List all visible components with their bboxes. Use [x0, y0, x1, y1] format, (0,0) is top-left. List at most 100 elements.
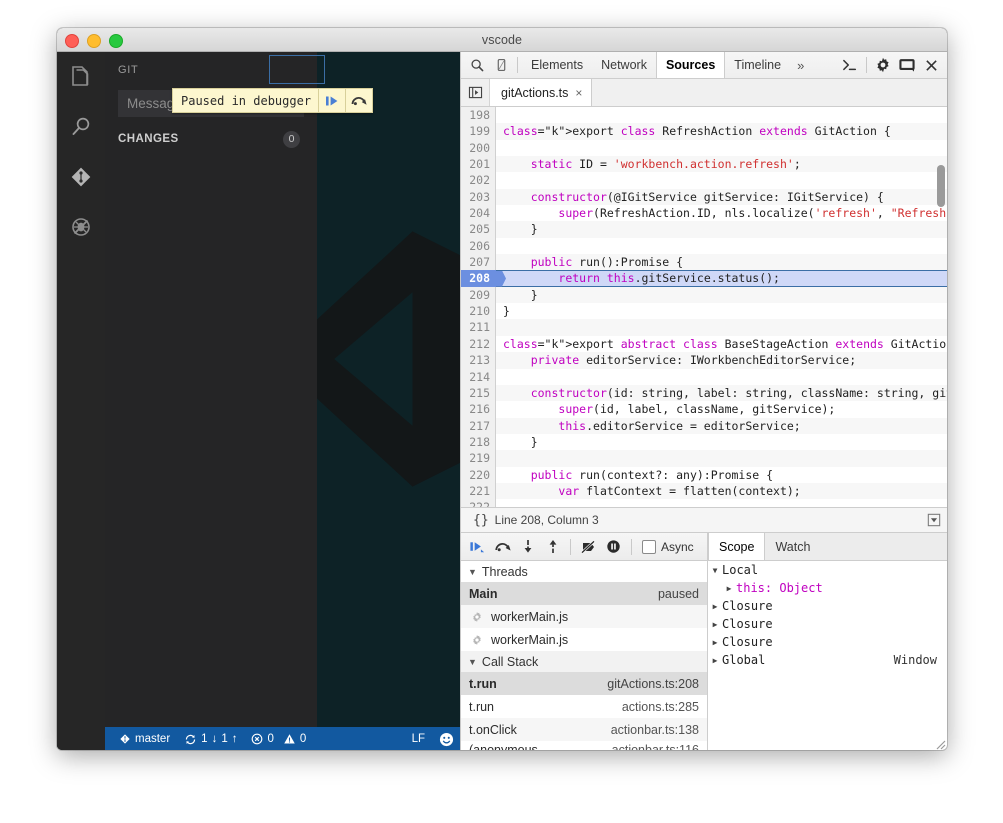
scope-row[interactable]: ▶Closure [708, 615, 947, 633]
chevron-right-icon[interactable]: ▶ [708, 656, 722, 665]
chevron-right-icon[interactable]: ▶ [722, 584, 736, 593]
console-drawer-button[interactable] [838, 53, 862, 77]
line-number[interactable]: 199 [461, 123, 496, 139]
close-window-button[interactable] [65, 34, 79, 48]
line-number[interactable]: 211 [461, 319, 496, 335]
line-number[interactable]: 204 [461, 205, 496, 221]
maximize-window-button[interactable] [109, 34, 123, 48]
source-code-viewer[interactable]: 198 199class="k">export class RefreshAct… [461, 107, 947, 507]
callstack-row[interactable]: t.run gitActions.ts:208 [461, 672, 707, 695]
line-number[interactable]: 217 [461, 418, 496, 434]
callstack-row[interactable]: (anonymous function) actionbar.ts:116 [461, 741, 707, 750]
code-line[interactable]: 199class="k">export class RefreshAction … [461, 123, 947, 139]
code-line[interactable]: 215 constructor(id: string, label: strin… [461, 385, 947, 401]
step-out-button[interactable] [541, 535, 564, 558]
deactivate-breakpoints-button[interactable] [577, 535, 600, 558]
line-number[interactable]: 198 [461, 107, 496, 123]
code-line[interactable]: 214 [461, 369, 947, 385]
code-line[interactable]: 221 var flatContext = flatten(context); [461, 483, 947, 499]
show-drawer-icon[interactable] [927, 513, 941, 527]
status-sync[interactable]: 1 ↓ 1 ↑ [177, 727, 244, 750]
code-vertical-scrollbar[interactable] [937, 165, 945, 207]
status-feedback[interactable] [432, 727, 460, 750]
chevron-right-icon[interactable]: ▶ [708, 638, 722, 647]
code-line[interactable]: 200 [461, 140, 947, 156]
chevron-down-icon[interactable]: ▼ [708, 566, 722, 575]
step-over-button[interactable] [491, 535, 514, 558]
thread-row-worker-1[interactable]: workerMain.js [461, 605, 707, 628]
line-number[interactable]: 206 [461, 238, 496, 254]
async-checkbox[interactable] [642, 540, 656, 554]
close-devtools-button[interactable] [919, 53, 943, 77]
callstack-row[interactable]: t.run actions.ts:285 [461, 695, 707, 718]
tab-sources[interactable]: Sources [656, 52, 725, 78]
device-toolbar-button[interactable] [489, 53, 513, 77]
scope-row[interactable]: ▶this: Object [708, 579, 947, 597]
dock-side-button[interactable] [895, 53, 919, 77]
tab-watch[interactable]: Watch [765, 533, 820, 560]
window-resize-grip[interactable] [932, 736, 946, 750]
activity-item-explorer[interactable] [57, 52, 105, 102]
chevron-right-icon[interactable]: ▶ [708, 602, 722, 611]
async-stacks-toggle[interactable]: Async [638, 540, 694, 554]
threads-section-header[interactable]: ▼ Threads [461, 561, 707, 582]
code-line[interactable]: 217 this.editorService = editorService; [461, 418, 947, 434]
activity-item-debug[interactable] [57, 202, 105, 252]
code-line[interactable]: 206 [461, 238, 947, 254]
more-tabs-button[interactable]: » [790, 52, 811, 78]
code-line[interactable]: 220 public run(context?: any):Promise { [461, 467, 947, 483]
line-number[interactable]: 220 [461, 467, 496, 483]
line-number[interactable]: 202 [461, 172, 496, 188]
threads-callstack-scroll[interactable]: ▼ Threads Main paused [461, 561, 707, 750]
line-number[interactable]: 203 [461, 189, 496, 205]
code-line[interactable]: 205 } [461, 221, 947, 237]
line-number[interactable]: 218 [461, 434, 496, 450]
inspect-element-button[interactable] [465, 53, 489, 77]
activity-item-git[interactable] [57, 152, 105, 202]
code-line[interactable]: 213 private editorService: IWorkbenchEdi… [461, 352, 947, 368]
scope-row[interactable]: ▶GlobalWindow [708, 651, 947, 669]
scope-row[interactable]: ▶Closure [708, 597, 947, 615]
line-number[interactable]: 221 [461, 483, 496, 499]
line-number[interactable]: 201 [461, 156, 496, 172]
show-navigator-button[interactable] [461, 79, 490, 106]
line-number[interactable]: 208 [461, 270, 496, 286]
line-number[interactable]: 219 [461, 450, 496, 466]
code-line[interactable]: 203 constructor(@IGitService gitService:… [461, 189, 947, 205]
code-line[interactable]: 208 return this.gitService.status(); [461, 270, 947, 286]
status-branch[interactable]: master [112, 727, 177, 750]
code-line[interactable]: 209 } [461, 287, 947, 303]
line-number[interactable]: 209 [461, 287, 496, 303]
line-number[interactable]: 222 [461, 499, 496, 507]
line-number[interactable]: 213 [461, 352, 496, 368]
scope-row[interactable]: ▼Local [708, 561, 947, 579]
pause-on-exceptions-button[interactable] [602, 535, 625, 558]
status-eol[interactable]: LF [405, 727, 432, 750]
file-tab-close-icon[interactable]: × [575, 86, 582, 100]
scope-row[interactable]: ▶Closure [708, 633, 947, 651]
step-into-button[interactable] [516, 535, 539, 558]
tab-network[interactable]: Network [592, 52, 656, 78]
overlay-resume-button[interactable] [318, 89, 345, 112]
code-line[interactable]: 222 [461, 499, 947, 507]
line-number[interactable]: 214 [461, 369, 496, 385]
line-number[interactable]: 210 [461, 303, 496, 319]
line-number[interactable]: 212 [461, 336, 496, 352]
minimize-window-button[interactable] [87, 34, 101, 48]
changes-section-header[interactable]: CHANGES 0 [105, 127, 317, 151]
activity-item-search[interactable] [57, 102, 105, 152]
thread-row-worker-2[interactable]: workerMain.js [461, 628, 707, 651]
line-number[interactable]: 205 [461, 221, 496, 237]
code-line[interactable]: 198 [461, 107, 947, 123]
code-line[interactable]: 212class="k">export abstract class BaseS… [461, 336, 947, 352]
pretty-print-button[interactable]: {} [467, 513, 495, 528]
resume-script-button[interactable] [466, 535, 489, 558]
code-line[interactable]: 218 } [461, 434, 947, 450]
tab-scope[interactable]: Scope [708, 533, 765, 560]
line-number[interactable]: 215 [461, 385, 496, 401]
code-line[interactable]: 202 [461, 172, 947, 188]
chevron-right-icon[interactable]: ▶ [708, 620, 722, 629]
code-line[interactable]: 201 static ID = 'workbench.action.refres… [461, 156, 947, 172]
code-line[interactable]: 204 super(RefreshAction.ID, nls.localize… [461, 205, 947, 221]
line-number[interactable]: 216 [461, 401, 496, 417]
